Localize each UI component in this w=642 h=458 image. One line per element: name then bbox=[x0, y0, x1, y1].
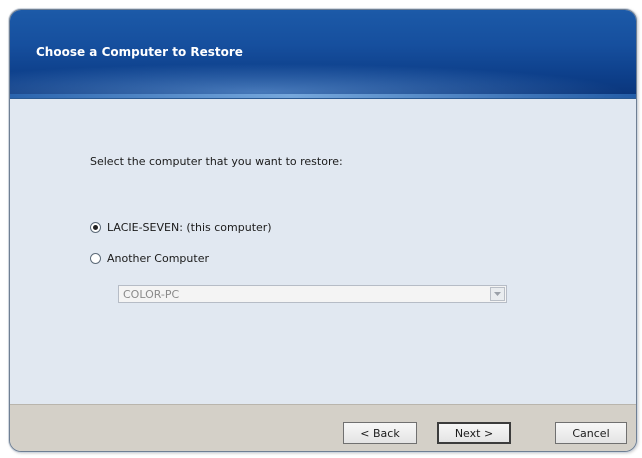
button-bar: < Back Next > Cancel bbox=[10, 404, 636, 451]
content-panel: Select the computer that you want to res… bbox=[10, 99, 636, 404]
computer-select-value: COLOR-PC bbox=[123, 287, 180, 301]
option-label: Another Computer bbox=[107, 252, 209, 265]
chevron-down-glyph bbox=[494, 292, 501, 296]
computer-select[interactable]: COLOR-PC bbox=[118, 285, 507, 303]
restore-wizard-window: Choose a Computer to Restore Select the … bbox=[9, 9, 637, 452]
radio-button[interactable] bbox=[90, 253, 101, 264]
page-title: Choose a Computer to Restore bbox=[36, 45, 243, 59]
cancel-button[interactable]: Cancel bbox=[555, 422, 627, 444]
radio-button-checked[interactable] bbox=[90, 222, 101, 233]
header-banner: Choose a Computer to Restore bbox=[10, 10, 636, 99]
option-another-computer[interactable]: Another Computer bbox=[90, 252, 209, 265]
back-button[interactable]: < Back bbox=[343, 422, 417, 444]
prompt-text: Select the computer that you want to res… bbox=[90, 155, 343, 168]
option-this-computer[interactable]: LACIE-SEVEN: (this computer) bbox=[90, 221, 272, 234]
banner-glow bbox=[10, 94, 636, 98]
next-button[interactable]: Next > bbox=[437, 422, 511, 444]
chevron-down-icon[interactable] bbox=[490, 287, 505, 301]
option-label: LACIE-SEVEN: (this computer) bbox=[107, 221, 272, 234]
